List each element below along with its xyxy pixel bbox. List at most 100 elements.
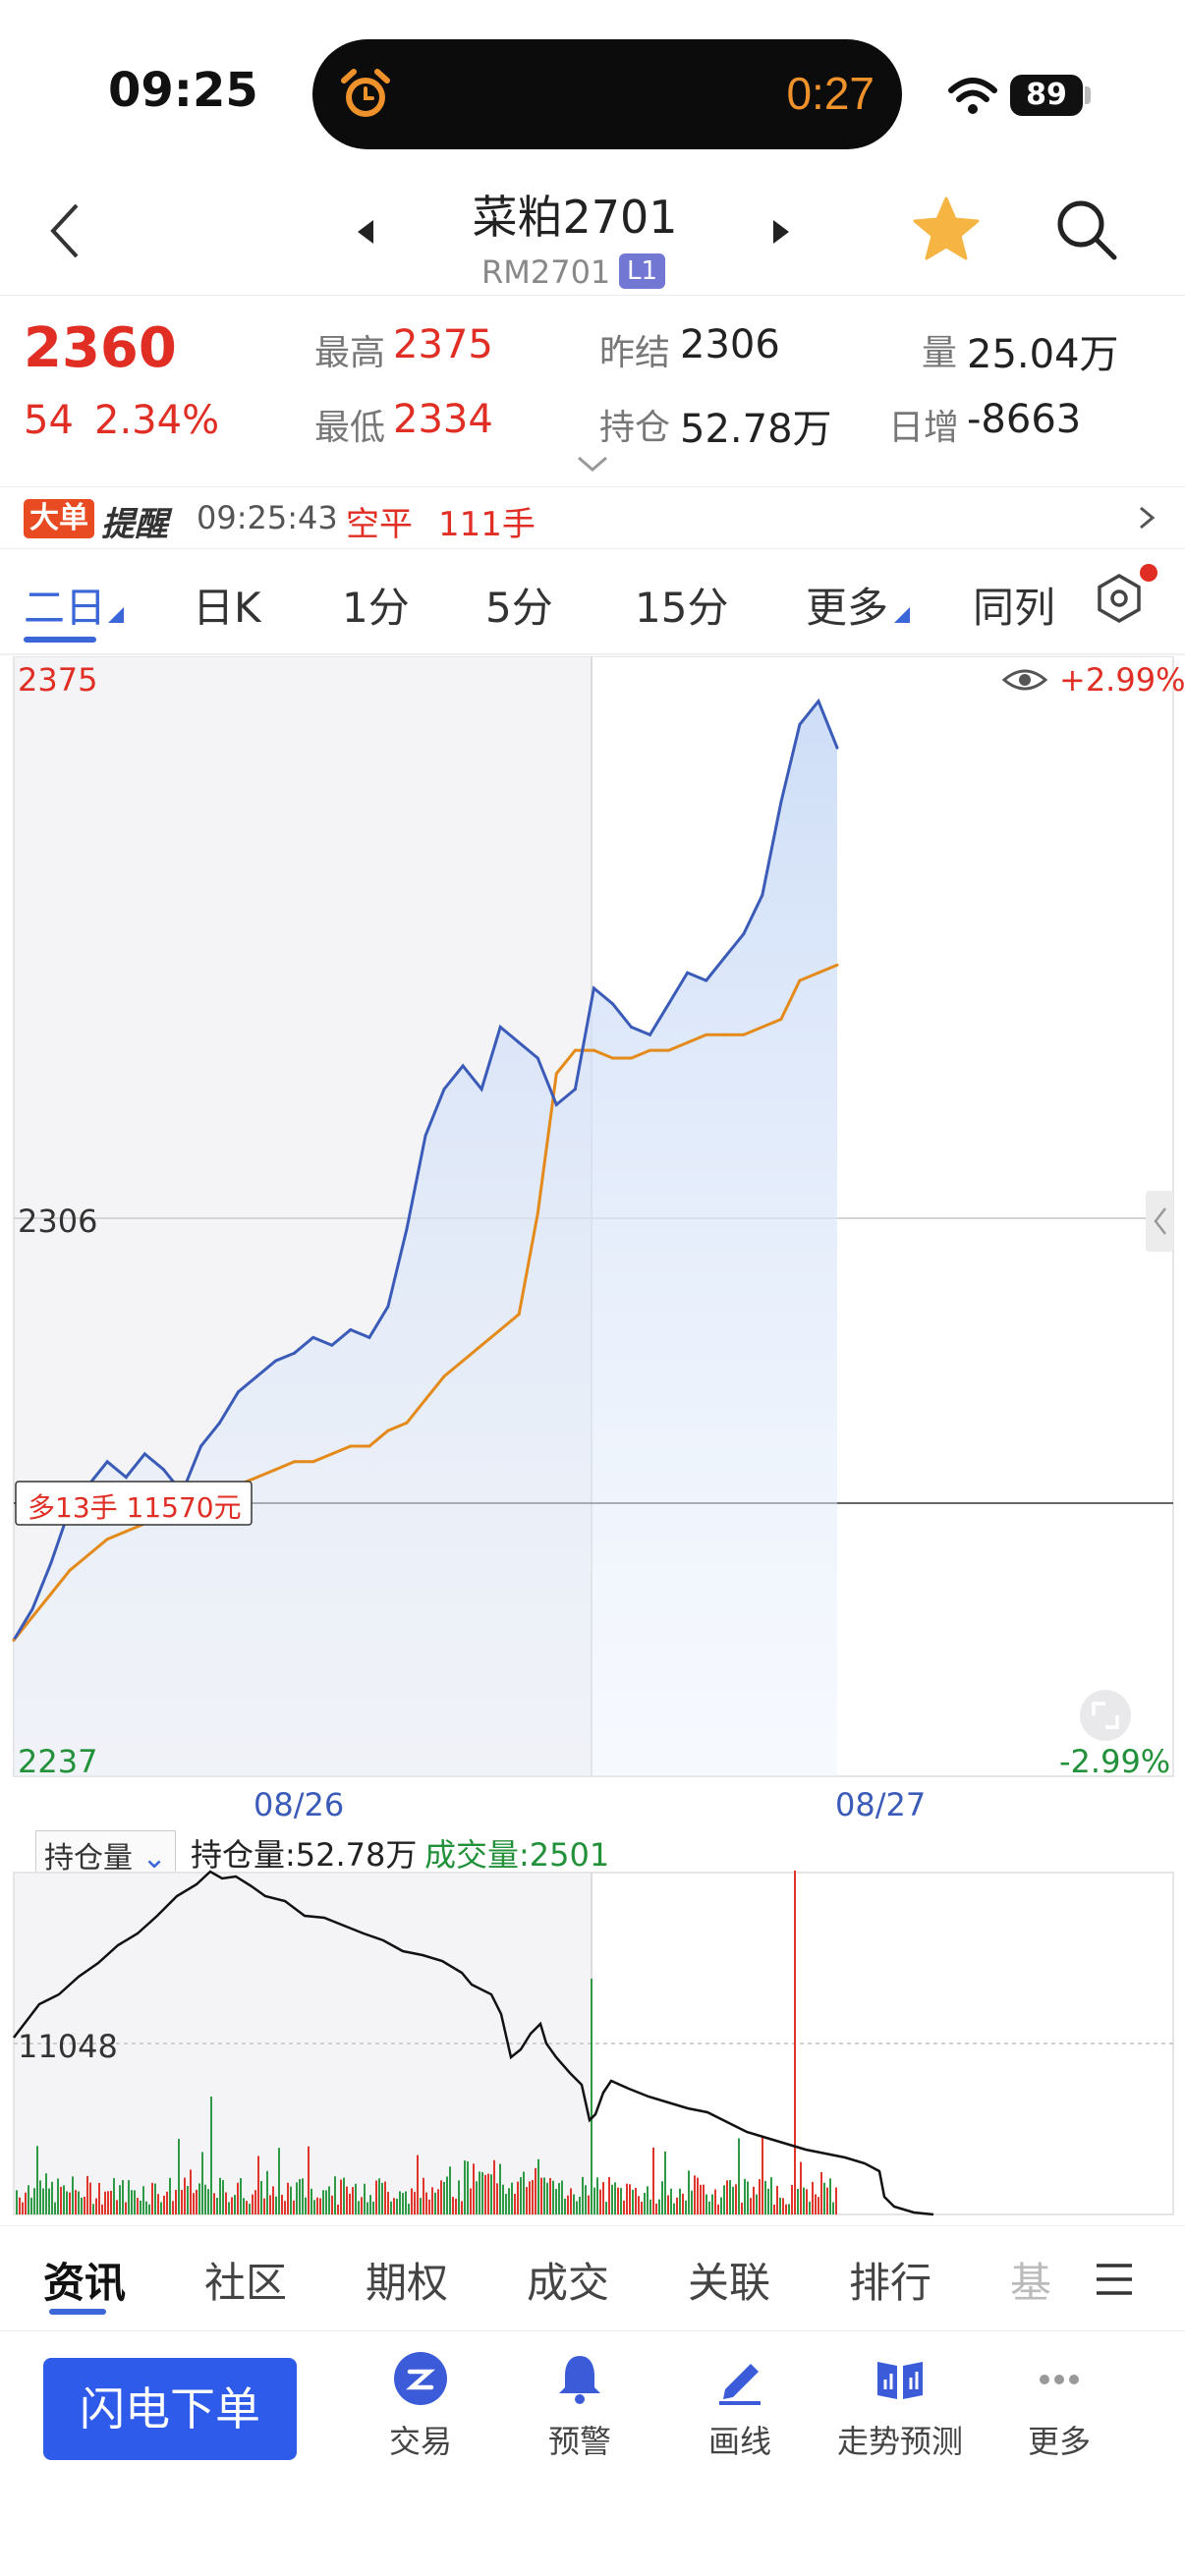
intraday-chart[interactable] <box>0 656 1185 1806</box>
back-arrow-icon[interactable] <box>47 201 86 260</box>
volume-bar <box>355 2183 357 2214</box>
volume-bar <box>770 2177 772 2214</box>
btab-related[interactable]: 关联 <box>688 2250 770 2310</box>
btab-news[interactable]: 资讯 <box>43 2250 126 2310</box>
volume-bar <box>815 2194 817 2214</box>
flash-order-button[interactable]: 闪电下单 <box>43 2358 297 2460</box>
alert-action[interactable]: 预警 <box>511 2350 649 2462</box>
contract-code: RM2701 <box>481 253 611 291</box>
volume-bar <box>750 2198 752 2214</box>
price-point-22 <box>423 1134 427 1138</box>
side-collapse-handle[interactable] <box>1146 1191 1173 1252</box>
axis-mid-price: 2306 <box>18 1203 98 1240</box>
volume-bar <box>402 2193 404 2214</box>
btab-options[interactable]: 期权 <box>366 2250 448 2310</box>
volume-bar <box>246 2201 248 2214</box>
contract-title: 菜粕2701 <box>472 191 678 244</box>
bell-icon <box>559 2356 600 2404</box>
average-price-point-30 <box>573 1048 577 1052</box>
eye-icon[interactable] <box>1001 669 1048 691</box>
volume-bar <box>726 2180 728 2214</box>
volume-bar <box>717 2204 719 2214</box>
volume-bar <box>39 2180 41 2214</box>
axis-top-price: 2375 <box>18 661 98 699</box>
volume-bar <box>190 2169 192 2214</box>
volume-bar <box>440 2180 442 2214</box>
tab-5min[interactable]: 5分 <box>485 575 553 635</box>
dynamic-island[interactable]: 0:27 <box>312 39 902 149</box>
big-order-alert-row[interactable]: 大单 提醒 09:25:43 空平 111手 <box>0 486 1185 549</box>
volume-bar <box>611 2184 613 2214</box>
more-action[interactable]: 更多 <box>990 2350 1128 2462</box>
volume-bar <box>137 2198 139 2214</box>
price-point-35 <box>667 1002 671 1006</box>
volume-bar <box>420 2198 422 2214</box>
volume-bar <box>443 2181 445 2214</box>
price-point-16 <box>311 1335 315 1339</box>
volume-bar <box>555 2188 557 2214</box>
volume-bar <box>585 2185 587 2214</box>
volume-bar <box>629 2184 631 2214</box>
volume-bar <box>278 2148 280 2214</box>
average-price-point-28 <box>536 1211 539 1215</box>
volume-bar <box>711 2194 713 2214</box>
volume-bar <box>493 2159 495 2214</box>
volume-bar <box>714 2189 716 2214</box>
star-icon[interactable] <box>912 195 981 263</box>
volume-bar <box>414 2192 416 2214</box>
volume-bar <box>92 2204 94 2214</box>
search-icon[interactable] <box>1053 196 1118 261</box>
expand-chevron-icon[interactable] <box>575 454 610 474</box>
tab-15min[interactable]: 15分 <box>635 575 728 635</box>
forecast-action[interactable]: 走势预测 <box>831 2350 969 2462</box>
price-point-19 <box>367 1335 371 1339</box>
settings-hexagon-icon[interactable] <box>1093 572 1146 625</box>
volume-bar <box>234 2195 236 2214</box>
draw-action[interactable]: 画线 <box>671 2350 809 2462</box>
volume-bar <box>452 2197 454 2214</box>
average-price-point-36 <box>686 1040 690 1044</box>
menu-icon[interactable] <box>1093 2260 1136 2299</box>
volume-bar <box>682 2193 684 2214</box>
volume-bar <box>266 2170 268 2214</box>
tab-two-day[interactable]: 二日 <box>24 575 106 635</box>
average-price-point-17 <box>330 1452 334 1456</box>
volume-bar <box>196 2189 198 2214</box>
volume-bar <box>57 2178 59 2214</box>
btab-community[interactable]: 社区 <box>204 2250 287 2310</box>
volume-bar <box>381 2182 383 2214</box>
average-price-point-31 <box>592 1048 595 1052</box>
volume-bar <box>797 2188 799 2214</box>
volume-bar <box>405 2191 407 2214</box>
volume-chart[interactable] <box>0 1867 1185 2220</box>
price-point-13 <box>255 1374 259 1378</box>
price-point-44 <box>835 746 839 750</box>
tab-1min[interactable]: 1分 <box>342 575 410 635</box>
volume-bar <box>140 2200 141 2214</box>
volume-bar <box>281 2194 283 2214</box>
volume-bar <box>723 2185 725 2214</box>
next-contract-icon[interactable] <box>769 218 793 246</box>
volume-bar <box>340 2179 342 2214</box>
position-label: 多13手 11570元 <box>28 1491 242 1524</box>
volume-bar <box>237 2182 239 2214</box>
volume-bar <box>210 2097 212 2214</box>
volume-bar <box>19 2197 21 2214</box>
volume-bar <box>552 2180 554 2214</box>
average-price-point-29 <box>554 1072 558 1076</box>
volume-bar <box>134 2190 136 2214</box>
volume-bar <box>794 1871 796 2214</box>
volume-bar <box>252 2194 254 2214</box>
btab-fundamentals[interactable]: 基 <box>1010 2250 1051 2310</box>
btab-ranking[interactable]: 排行 <box>849 2250 931 2310</box>
fullscreen-icon[interactable] <box>1080 1690 1131 1741</box>
btab-trades[interactable]: 成交 <box>527 2250 609 2310</box>
tab-same-series[interactable]: 同列 <box>973 575 1055 635</box>
volume-bar <box>596 2177 598 2214</box>
volume-bar <box>142 2186 144 2214</box>
trade-action[interactable]: 交易 <box>352 2350 489 2462</box>
prev-settle-value: 2306 <box>680 322 780 367</box>
average-price-point-26 <box>498 1328 502 1331</box>
tab-daily-k[interactable]: 日K <box>193 575 261 635</box>
tab-more[interactable]: 更多 <box>806 575 888 635</box>
